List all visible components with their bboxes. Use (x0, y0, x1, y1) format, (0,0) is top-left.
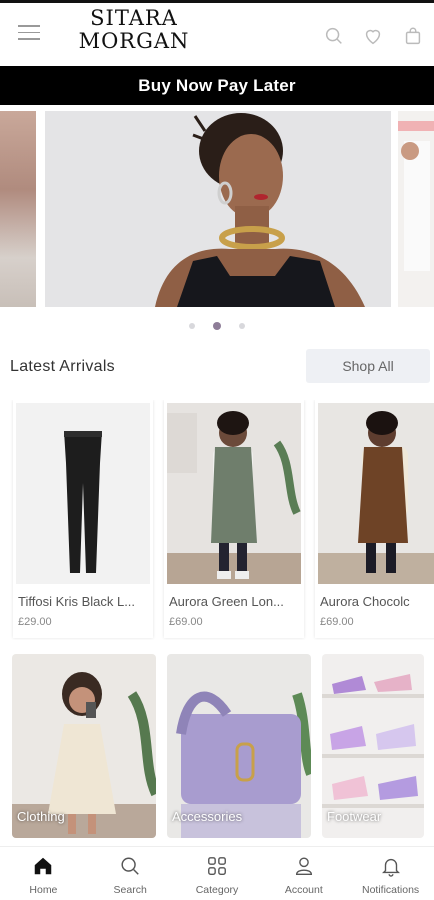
nav-search[interactable]: Search (87, 847, 174, 900)
product-price: £69.00 (169, 616, 203, 628)
carousel-pager (0, 321, 434, 331)
search-icon[interactable] (323, 25, 345, 47)
nav-label: Category (195, 884, 239, 896)
product-name: Tiffosi Kris Black L... (18, 594, 136, 609)
product-card[interactable]: Tiffosi Kris Black L... £29.00 (13, 400, 153, 638)
carousel-slide-prev[interactable] (0, 111, 36, 307)
bottom-navigation: Home Search Category Account Notificatio… (0, 846, 434, 900)
home-icon (35, 857, 52, 875)
carousel-dot-active[interactable] (213, 322, 221, 330)
nav-label: Search (113, 884, 147, 896)
logo-line-2: MORGAN (78, 29, 190, 53)
carousel-slide-next[interactable] (398, 111, 434, 307)
category-label: Footwear (327, 809, 382, 824)
product-card[interactable]: Aurora Chocolc £69.00 (315, 400, 434, 638)
product-price: £69.00 (320, 616, 354, 628)
category-tile-footwear[interactable]: Footwear (322, 654, 424, 838)
nav-label: Account (284, 884, 323, 896)
logo-line-1: SITARA (90, 6, 178, 30)
app-header: SITARA MORGAN (0, 0, 434, 66)
carousel-slide-current[interactable] (45, 111, 391, 307)
menu-icon[interactable] (18, 25, 40, 41)
nav-notifications[interactable]: Notifications (347, 847, 434, 900)
nav-home[interactable]: Home (0, 847, 87, 900)
nav-account[interactable]: Account (260, 847, 347, 900)
latest-arrivals-title: Latest Arrivals (10, 358, 115, 375)
heart-icon[interactable] (362, 25, 384, 47)
search-icon (121, 857, 139, 875)
carousel-dot[interactable] (239, 323, 245, 329)
grid-icon (208, 857, 226, 875)
product-price: £29.00 (18, 616, 52, 628)
product-image (16, 403, 150, 584)
latest-arrivals-list: Tiffosi Kris Black L... £29.00 Aurora Gr… (0, 400, 434, 640)
nav-label: Home (29, 884, 58, 896)
carousel-dot[interactable] (189, 323, 195, 329)
buy-now-pay-later-banner[interactable]: Buy Now Pay Later (0, 66, 434, 105)
category-label: Accessories (172, 809, 243, 824)
product-image (167, 403, 301, 584)
banner-text: Buy Now Pay Later (138, 75, 296, 95)
product-card[interactable]: Aurora Green Lon... £69.00 (164, 400, 304, 638)
bag-icon[interactable] (402, 25, 424, 47)
category-label: Clothing (17, 809, 65, 824)
user-icon (295, 857, 312, 875)
product-name: Aurora Chocolc (320, 594, 410, 609)
brand-logo[interactable]: SITARA MORGAN (68, 7, 200, 53)
next-slide-photo (398, 111, 434, 307)
nav-label: Notifications (361, 884, 420, 896)
category-tile-clothing[interactable]: Clothing (12, 654, 156, 838)
hero-carousel[interactable] (0, 111, 434, 307)
product-image (318, 403, 434, 584)
nav-category[interactable]: Category (174, 847, 261, 900)
product-name: Aurora Green Lon... (169, 594, 284, 609)
category-tiles: Clothing Accessories Footwear (0, 654, 434, 838)
model-photo (45, 111, 391, 307)
bell-icon (381, 858, 400, 877)
category-tile-accessories[interactable]: Accessories (167, 654, 311, 838)
shop-all-button[interactable]: Shop All (306, 349, 430, 383)
